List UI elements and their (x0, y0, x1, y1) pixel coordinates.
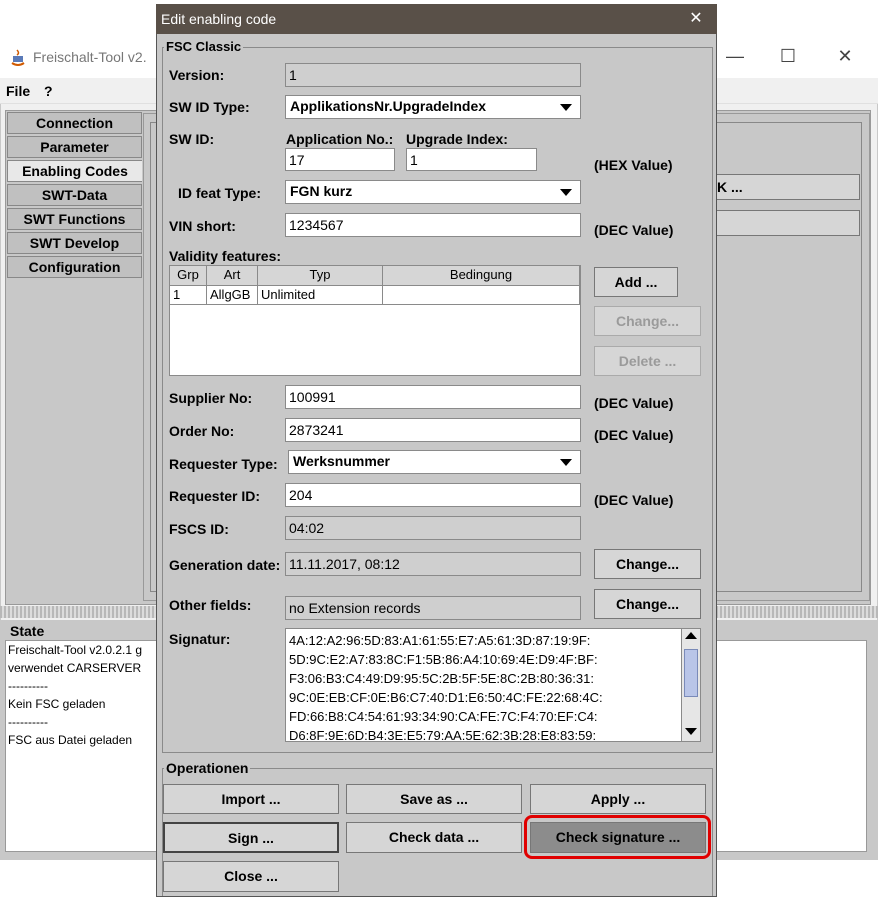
chevron-down-icon (560, 459, 572, 466)
nav-swt-functions[interactable]: SWT Functions (7, 208, 142, 230)
sign-button[interactable]: Sign ... (163, 822, 339, 853)
dec-value-label: (DEC Value) (594, 492, 674, 508)
vin-short-input[interactable]: 1234567 (285, 213, 581, 237)
upgrade-index-input[interactable]: 1 (406, 148, 537, 171)
validity-features-label: Validity features: (169, 248, 282, 264)
fscs-id-label: FSCS ID: (169, 521, 229, 537)
close-button[interactable]: Close ... (163, 861, 339, 892)
order-no-label: Order No: (169, 423, 235, 439)
menu-file[interactable]: File (6, 83, 30, 99)
app-no-input[interactable]: 17 (285, 148, 395, 171)
table-header-typ[interactable]: Typ (258, 266, 383, 286)
signatur-line: F3:06:B3:C4:49:D9:95:5C:2B:5F:5E:8C:2B:8… (289, 671, 594, 686)
apply-button[interactable]: Apply ... (530, 784, 706, 814)
panel-button-fragment-2[interactable] (700, 210, 860, 236)
check-signature-button[interactable]: Check signature ... (530, 822, 706, 853)
signatur-line: 4A:12:A2:96:5D:83:A1:61:55:E7:A5:61:3D:8… (289, 633, 591, 648)
requester-type-value: Werksnummer (293, 453, 391, 469)
main-title: Freischalt-Tool v2. (33, 49, 147, 65)
scroll-up-icon[interactable] (685, 632, 697, 639)
swid-type-label: SW ID Type: (169, 99, 250, 115)
check-data-button[interactable]: Check data ... (346, 822, 522, 853)
requester-id-label: Requester ID: (169, 488, 261, 504)
chevron-down-icon (560, 104, 572, 111)
vin-short-label: VIN short: (169, 218, 236, 234)
table-cell-typ[interactable]: Unlimited (258, 286, 383, 305)
supplier-no-input[interactable]: 100991 (285, 385, 581, 409)
import-button[interactable]: Import ... (163, 784, 339, 814)
nav-swt-data[interactable]: SWT-Data (7, 184, 142, 206)
table-header-bedingung[interactable]: Bedingung (383, 266, 580, 286)
save-as-button[interactable]: Save as ... (346, 784, 522, 814)
panel-button-fragment[interactable]: K ... (700, 174, 860, 200)
table-cell-bedingung[interactable] (383, 286, 580, 305)
nav-swt-develop[interactable]: SWT Develop (7, 232, 142, 254)
fsc-classic-title: FSC Classic (164, 39, 244, 54)
supplier-no-label: Supplier No: (169, 390, 253, 406)
dialog-title: Edit enabling code (156, 4, 717, 34)
hex-value-label: (HEX Value) (594, 157, 673, 173)
signatur-line: 5D:9C:E2:A7:83:8C:F1:5B:86:A4:10:69:4E:D… (289, 652, 598, 667)
generation-date-label: Generation date: (169, 557, 281, 573)
order-no-input[interactable]: 2873241 (285, 418, 581, 442)
requester-type-label: Requester Type: (169, 456, 278, 472)
change-date-button[interactable]: Change... (594, 549, 701, 579)
change-other-button[interactable]: Change... (594, 589, 701, 619)
other-fields-field: no Extension records (285, 596, 581, 620)
signatur-textarea[interactable]: 4A:12:A2:96:5D:83:A1:61:55:E7:A5:61:3D:8… (285, 628, 701, 742)
table-cell-grp[interactable]: 1 (170, 286, 207, 305)
signatur-line: D6:8F:9E:6D:B4:3E:E5:79:AA:5E:62:3B:28:E… (289, 728, 597, 742)
table-cell-art[interactable]: AllgGB (207, 286, 258, 305)
generation-date-field: 11.11.2017, 08:12 (285, 552, 581, 576)
signatur-scrollbar[interactable] (681, 629, 700, 741)
requester-id-input[interactable]: 204 (285, 483, 581, 507)
close-window-icon[interactable]: ✕ (830, 46, 860, 67)
swid-label: SW ID: (169, 131, 215, 147)
app-no-label: Application No.: (286, 131, 394, 147)
signatur-line: 9C:0E:EB:CF:0E:B6:C7:40:D1:E6:50:4C:FE:2… (289, 690, 603, 705)
nav-enabling-codes[interactable]: Enabling Codes (7, 160, 142, 182)
version-label: Version: (169, 67, 225, 83)
scroll-down-icon[interactable] (685, 728, 697, 735)
dec-value-label: (DEC Value) (594, 222, 674, 238)
dialog-close-icon[interactable]: ✕ (684, 8, 708, 30)
idfeat-type-value: FGN kurz (290, 183, 353, 199)
operationen-title: Operationen (164, 760, 251, 776)
idfeat-type-select[interactable]: FGN kurz (285, 180, 581, 204)
scroll-thumb[interactable] (684, 649, 698, 697)
dec-value-label: (DEC Value) (594, 395, 674, 411)
nav-parameter[interactable]: Parameter (7, 136, 142, 158)
signatur-line: FD:66:B8:C4:54:61:93:34:90:CA:FE:7C:F4:7… (289, 709, 598, 724)
swid-type-select[interactable]: ApplikationsNr.UpgradeIndex (285, 95, 581, 119)
minimize-icon[interactable]: — (720, 46, 750, 67)
signatur-label: Signatur: (169, 631, 231, 647)
delete-button[interactable]: Delete ... (594, 346, 701, 376)
java-icon (8, 48, 28, 68)
swid-type-value: ApplikationsNr.UpgradeIndex (290, 98, 487, 114)
requester-type-select[interactable]: Werksnummer (288, 450, 581, 474)
version-field: 1 (285, 63, 581, 87)
other-fields-label: Other fields: (169, 597, 252, 613)
maximize-icon[interactable]: ☐ (773, 46, 803, 67)
fscs-id-field: 04:02 (285, 516, 581, 540)
idfeat-type-label: ID feat Type: (178, 185, 261, 201)
menu-help[interactable]: ? (44, 83, 53, 99)
dec-value-label: (DEC Value) (594, 427, 674, 443)
table-header-grp[interactable]: Grp (170, 266, 207, 286)
upgrade-index-label: Upgrade Index: (406, 131, 508, 147)
chevron-down-icon (560, 189, 572, 196)
table-header-art[interactable]: Art (207, 266, 258, 286)
state-title: State (8, 623, 47, 639)
validity-table[interactable]: Grp Art Typ Bedingung 1 AllgGB Unlimited (169, 265, 581, 376)
nav-connection[interactable]: Connection (7, 112, 142, 134)
add-button[interactable]: Add ... (594, 267, 678, 297)
nav-configuration[interactable]: Configuration (7, 256, 142, 278)
change-feature-button[interactable]: Change... (594, 306, 701, 336)
